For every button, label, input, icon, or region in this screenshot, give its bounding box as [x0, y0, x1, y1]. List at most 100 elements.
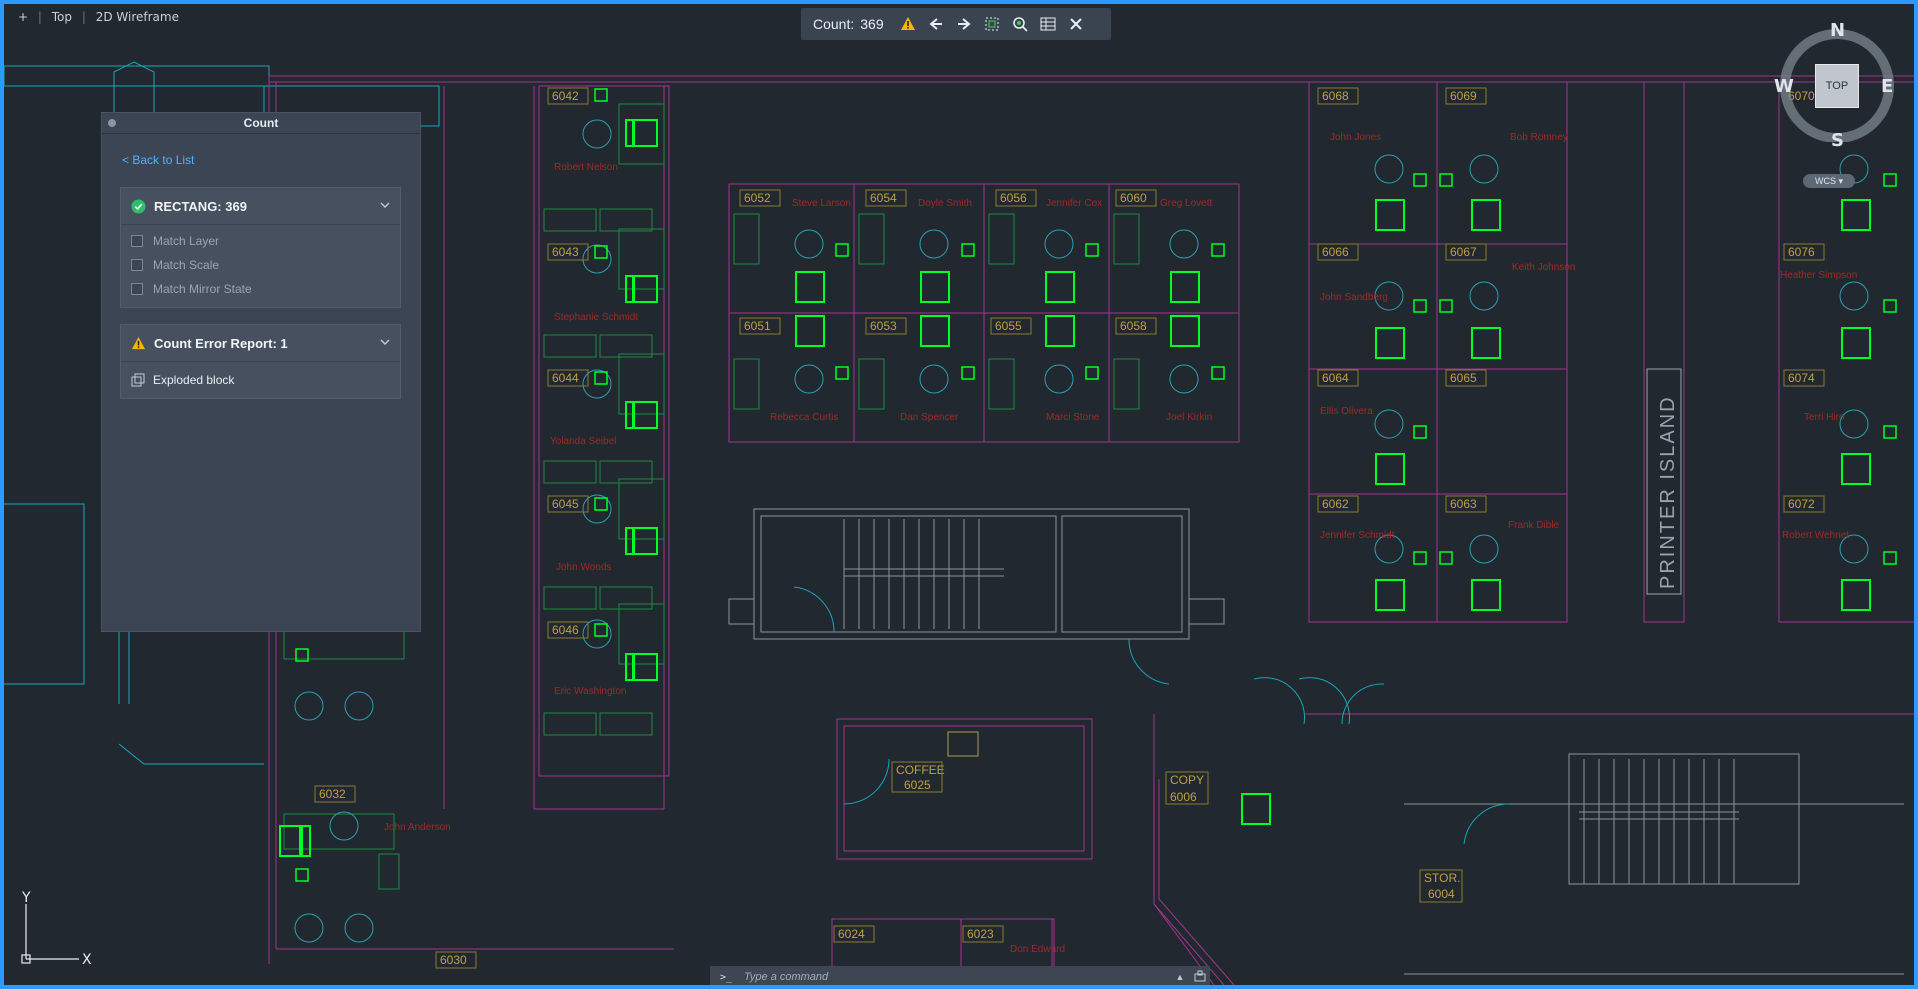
viewport-controls[interactable]: + | Top | 2D Wireframe [18, 10, 185, 24]
room-6058: 6058 [1120, 319, 1147, 333]
occupant-name: Eric Washington [554, 686, 626, 697]
coffee-number: 6025 [904, 778, 931, 792]
close-icon[interactable] [1062, 10, 1090, 38]
occupant-name: Steve Larson [792, 198, 851, 209]
match-scale-option[interactable]: Match Scale [121, 253, 400, 277]
chevron-down-icon: ▾ [1838, 175, 1844, 186]
occupant-name: Keith Johnson [1512, 262, 1575, 273]
copy-label: COPY [1170, 773, 1204, 787]
wcs-menu[interactable]: WCS ▾ [1803, 174, 1855, 188]
occupant-name: Greg Lovett [1160, 198, 1212, 209]
room-6032: 6032 [319, 787, 346, 801]
copy-number: 6006 [1170, 790, 1197, 804]
back-to-list-link[interactable]: < Back to List [122, 153, 194, 167]
room-6055: 6055 [995, 319, 1022, 333]
compass-south[interactable]: S [1831, 130, 1844, 151]
room-6068: 6068 [1322, 89, 1349, 103]
visual-style-label[interactable]: 2D Wireframe [96, 10, 179, 24]
room-6045: 6045 [552, 497, 579, 511]
command-prompt-icon[interactable]: >_ [710, 972, 742, 983]
exploded-block-item[interactable]: Exploded block [121, 362, 400, 398]
room-6046: 6046 [552, 623, 579, 637]
match-layer-checkbox[interactable] [131, 235, 143, 247]
occupant-name: Marci Stone [1046, 412, 1100, 423]
occupant-name: Robert Wehnet [1782, 530, 1849, 541]
occupant-name: Ellis Olivera [1320, 406, 1373, 417]
command-customize-icon[interactable] [1190, 970, 1210, 985]
room-6044: 6044 [552, 371, 579, 385]
room-6024: 6024 [838, 927, 865, 941]
viewport-menu-plus[interactable]: + [18, 10, 28, 24]
printer-island-label: PRINTER ISLAND [1657, 395, 1679, 589]
zoom-extents-icon[interactable] [978, 10, 1006, 38]
room-6063: 6063 [1450, 497, 1477, 511]
occupant-name: Dan Spencer [900, 412, 959, 423]
room-6065: 6065 [1450, 371, 1477, 385]
wcs-label: WCS [1814, 176, 1836, 186]
count-label: Count: [813, 16, 855, 32]
room-6056: 6056 [1000, 191, 1027, 205]
ucs-x-label: X [82, 952, 92, 968]
error-report-section: Count Error Report: 1 Exploded block [120, 324, 401, 399]
warning-icon[interactable] [894, 10, 922, 38]
command-input[interactable] [742, 970, 1170, 984]
occupant-name: Joel Kirkin [1166, 412, 1212, 423]
match-layer-option[interactable]: Match Layer [121, 229, 400, 253]
compass-west[interactable]: W [1774, 76, 1794, 97]
room-6074: 6074 [1788, 371, 1815, 385]
compass-east[interactable]: E [1881, 76, 1893, 97]
coffee-label: COFFEE [896, 763, 945, 777]
match-mirror-option[interactable]: Match Mirror State [121, 277, 400, 301]
room-6067: 6067 [1450, 245, 1477, 259]
match-scale-checkbox[interactable] [131, 259, 143, 271]
count-section-header[interactable]: RECTANG: 369 [121, 188, 400, 225]
command-line: >_ ▲ [710, 966, 1210, 985]
chevron-down-icon[interactable] [380, 337, 390, 347]
match-layer-label: Match Layer [153, 234, 220, 248]
count-palette: Count < Back to List RECTANG: 369 Match … [101, 112, 421, 632]
viewport-view-label[interactable]: Top [52, 10, 72, 24]
storage-number: 6004 [1428, 887, 1455, 901]
room-6076: 6076 [1788, 245, 1815, 259]
palette-close-icon[interactable] [108, 119, 116, 127]
find-icon[interactable] [1006, 10, 1034, 38]
table-icon[interactable] [1034, 10, 1062, 38]
room-6060: 6060 [1120, 191, 1147, 205]
occupant-name: John Anderson [384, 822, 451, 833]
ucs-icon [21, 904, 79, 964]
count-section: RECTANG: 369 Match Layer Match Scale Mat… [120, 187, 401, 308]
next-icon[interactable] [950, 10, 978, 38]
occupant-name: Yolanda Seibel [550, 436, 616, 447]
palette-title: Count [243, 116, 279, 130]
occupant-name: Jennifer Schmidt [1320, 530, 1395, 541]
check-circle-icon [131, 198, 146, 214]
viewcube[interactable]: TOP N S E W [1774, 20, 1894, 151]
room-6043: 6043 [552, 245, 579, 259]
occupant-name: Heather Simpson [1780, 270, 1857, 281]
occupant-name: John Jones [1330, 132, 1381, 143]
occupant-name: Doyle Smith [918, 198, 972, 209]
command-history-up-icon[interactable]: ▲ [1170, 972, 1190, 982]
count-value: 369 [860, 16, 884, 32]
compass-north[interactable]: N [1830, 20, 1845, 41]
room-6066: 6066 [1322, 245, 1349, 259]
match-scale-label: Match Scale [153, 258, 220, 272]
occupant-name: Frank Dible [1508, 520, 1560, 531]
viewcube-top-face[interactable]: TOP [1815, 64, 1859, 108]
occupant-name: Bob Romney [1510, 132, 1568, 143]
chevron-down-icon[interactable] [380, 200, 390, 210]
count-toolbar: Count: 369 [801, 8, 1111, 40]
occupant-name: Jennifer Cox [1046, 198, 1102, 209]
palette-title-bar[interactable]: Count [102, 113, 420, 134]
error-report-header[interactable]: Count Error Report: 1 [121, 325, 400, 362]
room-6064: 6064 [1322, 371, 1349, 385]
occupant-name: Stephanie Schmidt [554, 312, 638, 323]
match-mirror-checkbox[interactable] [131, 283, 143, 295]
room-6072: 6072 [1788, 497, 1815, 511]
room-6023: 6023 [967, 927, 994, 941]
room-6062: 6062 [1322, 497, 1349, 511]
previous-icon[interactable] [922, 10, 950, 38]
storage-label: STOR. [1424, 871, 1460, 885]
occupant-name: John Woods [556, 562, 611, 573]
block-icon [131, 373, 145, 387]
